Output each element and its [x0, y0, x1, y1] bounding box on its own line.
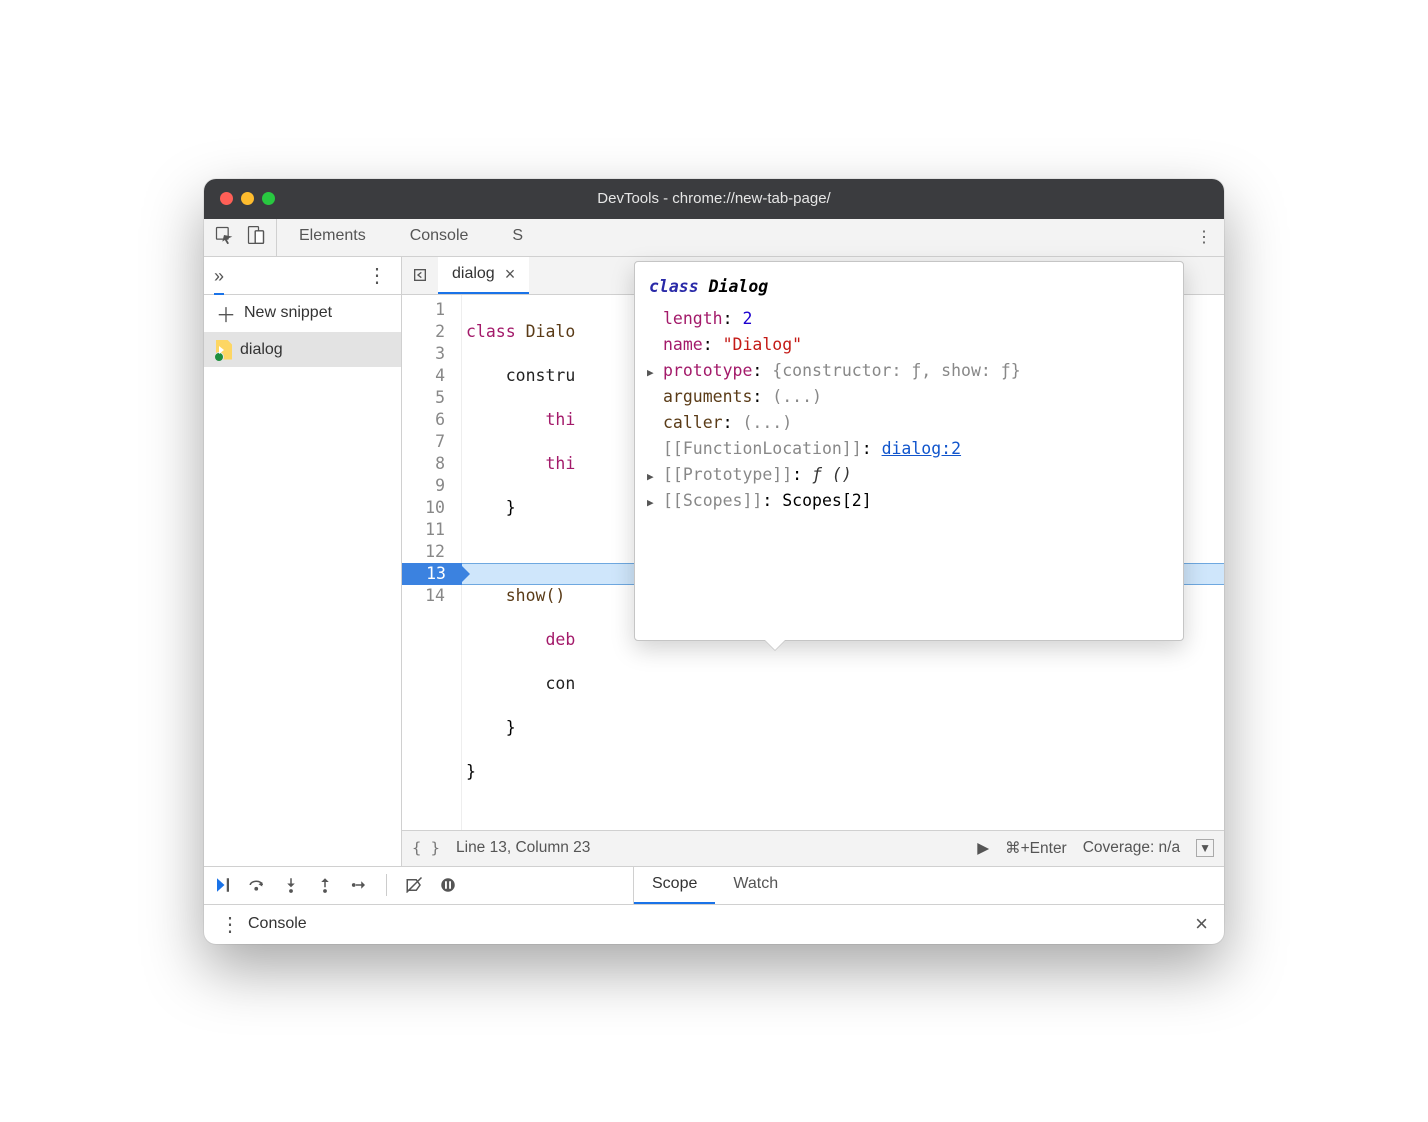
step-out-icon[interactable] — [314, 874, 336, 896]
plus-icon: ＋ — [216, 299, 236, 328]
close-tab-icon[interactable]: × — [505, 264, 516, 285]
step-into-icon[interactable] — [280, 874, 302, 896]
step-icon[interactable] — [348, 874, 370, 896]
popover-row-proto[interactable]: [[Prototype]]: ƒ () — [649, 462, 1169, 488]
inspect-icon[interactable] — [214, 225, 234, 250]
deactivate-breakpoints-icon[interactable] — [403, 874, 425, 896]
editor-tab-dialog[interactable]: dialog × — [438, 257, 529, 294]
titlebar: DevTools - chrome://new-tab-page/ — [204, 179, 1224, 219]
run-shortcut-label: ⌘+Enter — [1005, 839, 1067, 858]
console-menu-icon[interactable]: ⋮ — [212, 912, 248, 937]
coverage-label: Coverage: n/a — [1083, 839, 1180, 857]
new-snippet-button[interactable]: ＋ New snippet — [204, 295, 401, 333]
popover-header: class Dialog — [649, 274, 1169, 300]
snippet-file-icon — [216, 340, 232, 360]
pause-exceptions-icon[interactable] — [437, 874, 459, 896]
tab-console[interactable]: Console — [388, 219, 491, 256]
popover-row-scopes[interactable]: [[Scopes]]: Scopes[2] — [649, 488, 1169, 514]
tab-sources[interactable]: S — [490, 219, 529, 256]
tab-scope[interactable]: Scope — [634, 867, 715, 904]
popover-row-length[interactable]: length: 2 — [649, 306, 1169, 332]
kebab-menu-icon[interactable]: ⋮ — [1184, 219, 1224, 256]
panel-tabbar: Elements Console S ⋮ — [204, 219, 1224, 257]
format-icon[interactable]: { } — [412, 839, 440, 857]
navigator-header: » ⋮ — [204, 257, 401, 295]
popover-row-caller[interactable]: caller: (...) — [649, 410, 1169, 436]
nav-back-icon[interactable] — [402, 257, 438, 294]
toolbar-icons — [204, 219, 277, 256]
details-toggle-icon[interactable]: ▼ — [1196, 839, 1214, 857]
console-drawer-label: Console — [248, 915, 307, 933]
execution-line-marker: 13 — [402, 563, 462, 585]
object-preview-popover: class Dialog length: 2 name: "Dialog" pr… — [634, 261, 1184, 641]
popover-row-arguments[interactable]: arguments: (...) — [649, 384, 1169, 410]
popover-row-prototype[interactable]: prototype: {constructor: ƒ, show: ƒ} — [649, 358, 1169, 384]
console-drawer: ⋮ Console × — [204, 904, 1224, 944]
close-drawer-icon[interactable]: × — [1187, 911, 1216, 937]
devtools-window: DevTools - chrome://new-tab-page/ Elemen… — [204, 179, 1224, 944]
navigator-menu-icon[interactable]: ⋮ — [363, 263, 391, 288]
navigator-panel: » ⋮ ＋ New snippet dialog — [204, 257, 402, 866]
resume-icon[interactable] — [212, 874, 234, 896]
debugger-toolbar: Scope Watch — [204, 866, 1224, 904]
popover-row-name[interactable]: name: "Dialog" — [649, 332, 1169, 358]
cursor-position: Line 13, Column 23 — [456, 839, 590, 857]
device-toggle-icon[interactable] — [246, 225, 266, 250]
window-title: DevTools - chrome://new-tab-page/ — [204, 190, 1224, 207]
run-snippet-icon[interactable]: ▶ — [977, 839, 989, 858]
step-over-icon[interactable] — [246, 874, 268, 896]
editor-statusbar: { } Line 13, Column 23 ▶ ⌘+Enter Coverag… — [402, 830, 1224, 866]
tab-watch[interactable]: Watch — [715, 867, 796, 904]
tab-elements[interactable]: Elements — [277, 219, 388, 256]
popover-row-funcloc[interactable]: [[FunctionLocation]]: dialog:2 — [649, 436, 1169, 462]
snippet-list-item[interactable]: dialog — [204, 333, 401, 367]
editor-tab-label: dialog — [452, 265, 495, 283]
snippet-item-label: dialog — [240, 341, 283, 359]
new-snippet-label: New snippet — [244, 304, 332, 322]
navigator-more-icon[interactable]: » — [214, 266, 224, 295]
panel-tabs: Elements Console S — [277, 219, 529, 256]
